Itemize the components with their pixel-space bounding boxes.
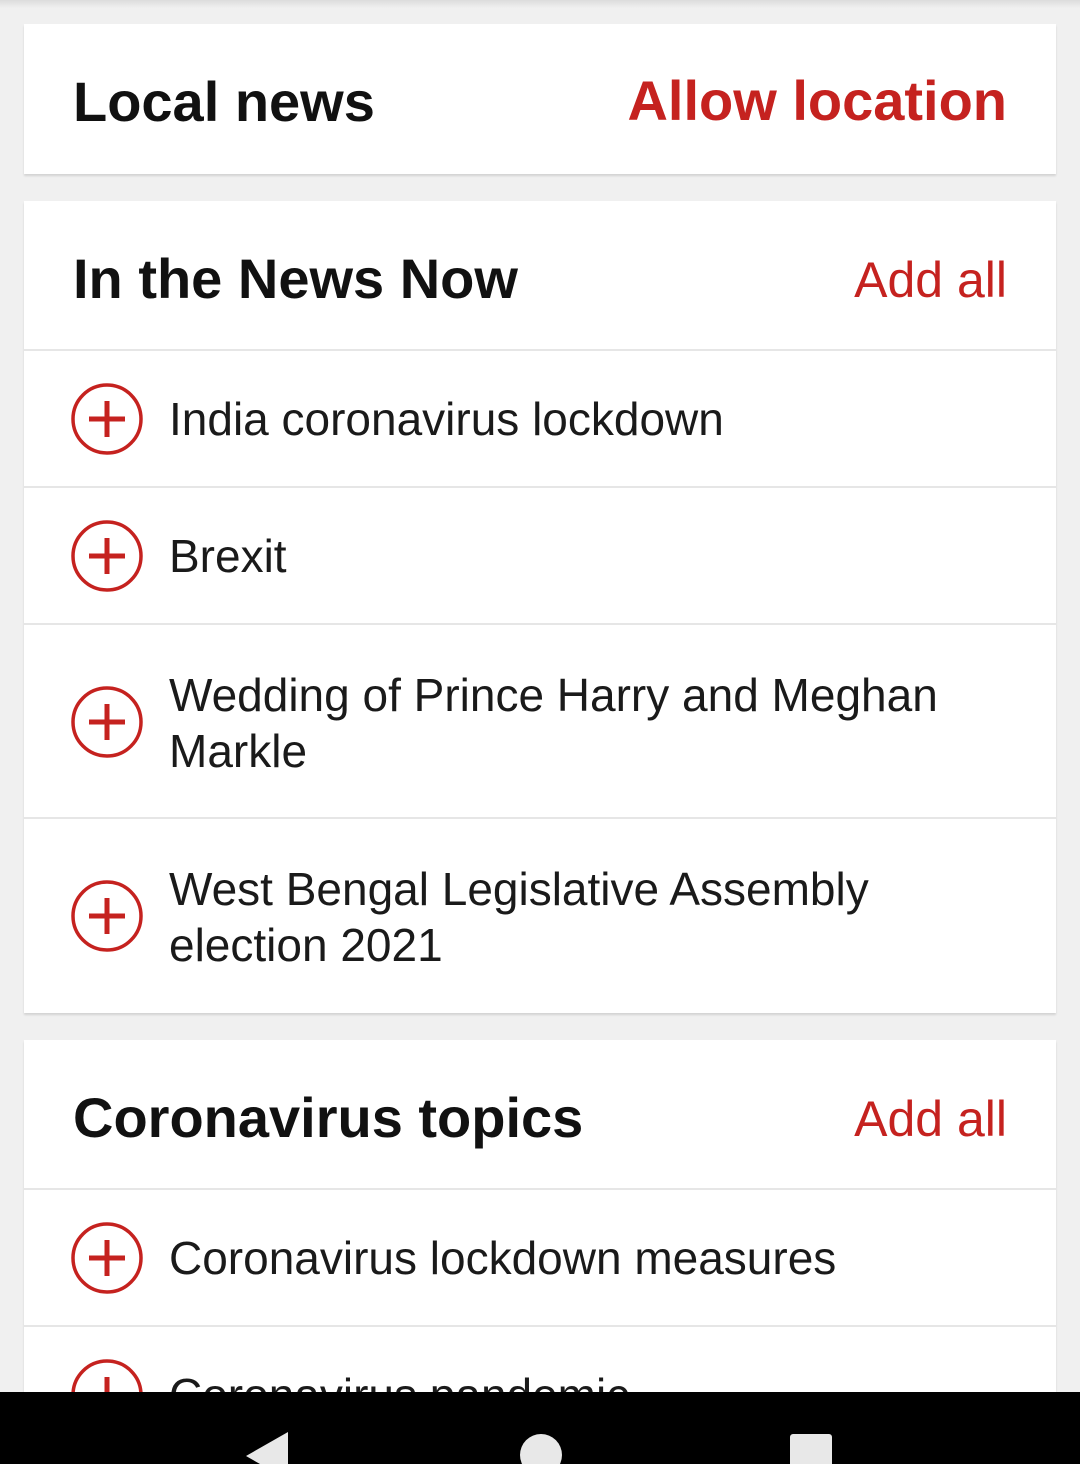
topic-row-pandemic[interactable]: Coronavirus pandemic <box>24 1327 1056 1392</box>
back-triangle-icon[interactable] <box>244 1432 292 1464</box>
topic-row-lockdown-measures[interactable]: Coronavirus lockdown measures <box>24 1190 1056 1327</box>
topic-label: India coronavirus lockdown <box>169 393 724 445</box>
topic-label: West Bengal Legislative Assembly electio… <box>169 863 869 971</box>
topic-row-royal-wedding[interactable]: Wedding of Prince Harry and Meghan Markl… <box>24 625 1056 819</box>
in-the-news-now-card: In the News Now Add all India coronaviru… <box>24 201 1056 1013</box>
top-shadow <box>0 0 1080 8</box>
plus-circle-icon[interactable] <box>71 686 143 758</box>
add-all-news-button[interactable]: Add all <box>854 251 1007 309</box>
local-news-card: Local news Allow location <box>24 24 1056 174</box>
allow-location-button[interactable]: Allow location <box>627 72 1007 130</box>
coronavirus-topics-title: Coronavirus topics <box>73 1086 584 1149</box>
topic-row-india-lockdown[interactable]: India coronavirus lockdown <box>24 351 1056 488</box>
add-all-coronavirus-button[interactable]: Add all <box>854 1090 1007 1148</box>
coronavirus-topics-card: Coronavirus topics Add all Coronavirus l… <box>24 1040 1056 1392</box>
topic-label: Wedding of Prince Harry and Meghan Markl… <box>169 669 938 777</box>
home-circle-icon[interactable] <box>518 1432 564 1464</box>
local-news-header: Local news Allow location <box>24 24 1056 174</box>
plus-circle-icon[interactable] <box>71 1359 143 1392</box>
news-topics-screen: Local news Allow location In the News No… <box>0 0 1080 1392</box>
plus-circle-icon[interactable] <box>71 880 143 952</box>
topic-row-west-bengal-election[interactable]: West Bengal Legislative Assembly electio… <box>24 819 1056 1013</box>
plus-circle-icon[interactable] <box>71 1222 143 1294</box>
topic-label: Coronavirus pandemic <box>169 1367 996 1392</box>
coronavirus-topics-header: Coronavirus topics Add all <box>24 1040 1056 1190</box>
local-news-title: Local news <box>73 70 375 133</box>
topic-label: Brexit <box>169 530 287 582</box>
recents-square-icon[interactable] <box>788 1432 834 1464</box>
topic-row-brexit[interactable]: Brexit <box>24 488 1056 625</box>
in-the-news-now-title: In the News Now <box>73 247 518 310</box>
in-the-news-now-header: In the News Now Add all <box>24 201 1056 351</box>
system-navigation-bar <box>0 1392 1080 1464</box>
plus-circle-icon[interactable] <box>71 383 143 455</box>
topic-label: Coronavirus lockdown measures <box>169 1232 837 1284</box>
plus-circle-icon[interactable] <box>71 520 143 592</box>
